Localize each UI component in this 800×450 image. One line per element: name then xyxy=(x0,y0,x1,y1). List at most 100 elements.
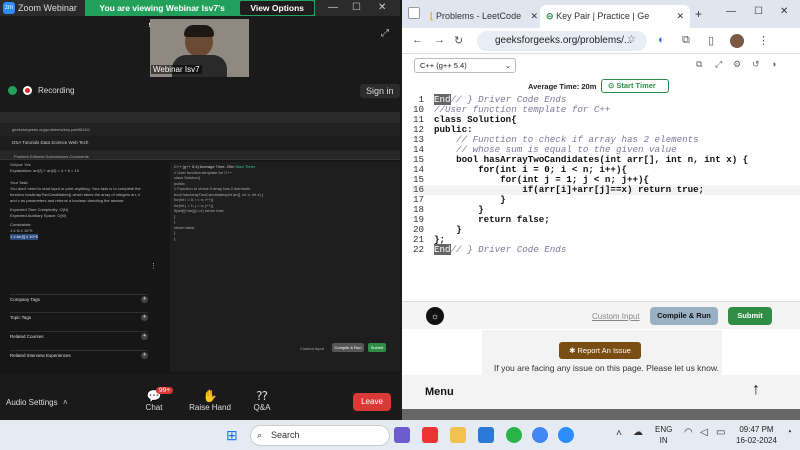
fullscreen-icon[interactable]: ⤢ xyxy=(715,59,722,70)
raise-hand-label: Raise Hand xyxy=(189,403,231,412)
plus-icon: + xyxy=(141,333,148,340)
extensions-puzzle-icon[interactable]: ⧉ xyxy=(682,34,690,47)
vscode-icon[interactable] xyxy=(478,427,494,443)
cloud-icon[interactable]: ☁ xyxy=(633,427,643,438)
zoom-title: Zoom Webinar xyxy=(18,3,77,13)
reload-icon[interactable]: ↻ xyxy=(454,34,463,47)
extension-icon[interactable]: ◐ xyxy=(658,34,665,46)
qa-label: Q&A xyxy=(253,403,271,412)
wifi-icon[interactable]: ◠ xyxy=(684,427,693,438)
language-select[interactable]: C++ (g++ 5.4) ⌄ xyxy=(414,58,516,73)
bookmark-star-icon[interactable]: ☆ xyxy=(627,34,636,45)
mini-sub-tabs: Problem Editorial Submissions Comments xyxy=(0,150,400,160)
mini-sub-tab-labels: Problem Editorial Submissions Comments xyxy=(14,154,89,159)
chrome-icon[interactable] xyxy=(532,427,548,443)
tab-label: Problems - LeetCode xyxy=(436,11,522,21)
tab-leetcode[interactable]: ⌊ Problems - LeetCode ✕ xyxy=(424,5,542,28)
lang-line-2: IN xyxy=(659,436,668,445)
mini-splitter-icon: ⋮ xyxy=(150,263,157,270)
sign-in-button[interactable]: Sign in xyxy=(360,84,400,98)
taskbar-search[interactable]: ⌕ Search xyxy=(250,425,390,446)
menu-button[interactable]: Menu xyxy=(425,386,454,398)
whatsapp-icon[interactable] xyxy=(506,427,522,443)
mini-accordion-interview: Related Interview Experiences + xyxy=(10,350,148,360)
audio-settings-button[interactable]: Audio Settings xyxy=(6,398,58,407)
lang-line-1: ENG xyxy=(655,425,673,434)
profile-avatar[interactable] xyxy=(730,34,744,48)
maximize-icon[interactable]: ☐ xyxy=(352,2,361,13)
mini-accordion-company-tags: Company Tags + xyxy=(10,294,148,304)
settings-icon[interactable]: ⚙ xyxy=(733,59,741,70)
tab-gfg[interactable]: ⊝ Key Pair | Practice | Ge ✕ xyxy=(540,5,690,28)
mini-accordion-label: Related Courses xyxy=(10,334,44,339)
chevron-up-icon[interactable]: ˄ xyxy=(63,398,68,407)
mini-lang: C++ (g++ 5.4) xyxy=(174,164,199,169)
line-number: 22 xyxy=(412,244,424,255)
mini-text-line-selected: 1 ≤ Arr[i] ≤ 10^5 xyxy=(10,234,38,240)
minimize-icon[interactable]: — xyxy=(328,2,338,13)
copy-icon[interactable]: ⧉ xyxy=(696,59,702,70)
menu-dots-icon[interactable]: ⋮ xyxy=(758,34,769,47)
plus-icon: + xyxy=(141,314,148,321)
code-text: End// } Driver Code Ends xyxy=(434,244,567,255)
windows-start-icon[interactable]: ⊞ xyxy=(226,427,238,444)
close-icon[interactable]: ✕ xyxy=(780,6,788,17)
raise-hand-button[interactable]: ✋ Raise Hand xyxy=(188,389,232,412)
share-banner: You are viewing Webinar Isv7's screen Vi… xyxy=(85,0,315,29)
sidebar-icon[interactable]: ▯ xyxy=(708,34,714,47)
lightbulb-icon[interactable]: ☼ xyxy=(426,307,444,325)
clock-time: 09:47 PM xyxy=(739,425,774,434)
mini-accordion-related-courses: Related Courses + xyxy=(10,331,148,341)
report-issue-button[interactable]: ✱ Report An Issue xyxy=(559,342,641,359)
mini-custom-input: Custom Input xyxy=(300,346,324,351)
mini-accordion-label: Company Tags xyxy=(10,297,40,302)
qa-button[interactable]: ⁇ Q&A xyxy=(250,389,274,412)
battery-icon[interactable]: ▭ xyxy=(716,427,725,438)
address-bar-row: ← → ↻ geeksforgeeks.org/problems/... ☆ ◐… xyxy=(402,28,800,54)
notification-icon[interactable]: ◔ xyxy=(786,427,792,438)
tab-search-icon[interactable] xyxy=(408,7,420,19)
mini-gfg-nav: DSA Tutorials Data Science Web Tech xyxy=(0,136,400,150)
close-icon[interactable]: ✕ xyxy=(378,2,386,13)
minimize-icon[interactable]: — xyxy=(726,6,736,17)
report-label: Report An Issue xyxy=(577,346,631,355)
qa-icon: ⁇ xyxy=(256,389,268,403)
compile-run-button[interactable]: Compile & Run xyxy=(650,307,718,325)
view-options-button[interactable]: View Options xyxy=(240,1,314,15)
code-editor[interactable]: 1 End// } Driver Code Ends 10//User functi… xyxy=(412,94,800,295)
clock[interactable]: 09:47 PM 16-02-2024 xyxy=(736,424,777,446)
windows-taskbar: ⊞ ⌕ Search ˄ ☁ ENG IN ◠ ◁ ▭ 09:47 PM 16-… xyxy=(0,420,800,450)
browser-tab-bar: ⌊ Problems - LeetCode ✕ ⊝ Key Pair | Pra… xyxy=(402,0,800,28)
code-line: 19 return false; xyxy=(412,215,800,225)
youtube-icon[interactable] xyxy=(422,427,438,443)
mini-url-bar: geeksforgeeks.org/problems/key-pair5616/… xyxy=(0,123,400,136)
reset-icon[interactable]: ↺ xyxy=(752,59,760,70)
maximize-icon[interactable]: ☐ xyxy=(754,6,763,17)
participant-hair xyxy=(184,25,214,37)
fullscreen-icon[interactable]: ⤢ xyxy=(381,28,389,39)
tab-label: Key Pair | Practice | Ge xyxy=(556,11,650,21)
leave-button[interactable]: Leave xyxy=(353,393,391,411)
average-time: Average Time: 20m xyxy=(528,82,597,91)
tab-close-icon[interactable]: ✕ xyxy=(676,5,690,28)
submit-button[interactable]: Submit xyxy=(728,307,772,325)
start-timer-button[interactable]: ⊙ Start Timer xyxy=(601,79,669,93)
chevron-down-icon: ⌄ xyxy=(504,61,511,70)
theme-icon[interactable]: ◑ xyxy=(771,59,776,69)
custom-input-link[interactable]: Custom Input xyxy=(592,312,640,321)
mini-start-timer: Start Timer xyxy=(235,164,256,169)
bug-icon: ✱ xyxy=(569,346,578,355)
new-tab-icon[interactable]: + xyxy=(695,7,702,21)
url-input[interactable]: geeksforgeeks.org/problems/... xyxy=(477,31,647,51)
volume-icon[interactable]: ◁ xyxy=(700,427,708,438)
zoom-controls: Audio Settings ˄ 💬 Chat 99+ ✋ Raise Hand… xyxy=(0,385,400,420)
forward-icon[interactable]: → xyxy=(434,34,445,46)
app-icon-1[interactable] xyxy=(394,427,410,443)
mini-tab-bar xyxy=(0,112,400,123)
zoom-icon[interactable] xyxy=(558,427,574,443)
arrow-up-icon[interactable]: ↑ xyxy=(752,381,760,399)
language-indicator[interactable]: ENG IN xyxy=(655,424,672,446)
file-explorer-icon[interactable] xyxy=(450,427,466,443)
chevron-up-icon[interactable]: ˄ xyxy=(616,428,622,439)
back-icon[interactable]: ← xyxy=(412,34,423,46)
